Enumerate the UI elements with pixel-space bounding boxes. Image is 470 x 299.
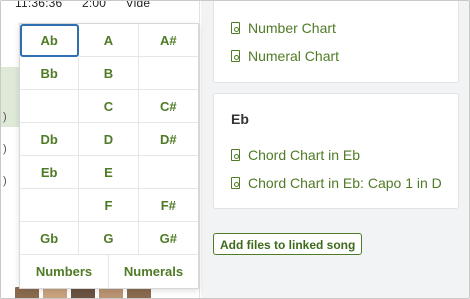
files-card: Number Chart Numeral Chart bbox=[213, 1, 459, 83]
key-empty-cell bbox=[20, 90, 80, 123]
document-icon bbox=[231, 22, 240, 34]
key-option[interactable]: E bbox=[79, 156, 139, 189]
key-option[interactable]: C bbox=[79, 90, 139, 123]
document-icon bbox=[231, 149, 240, 161]
key-option[interactable]: A# bbox=[138, 24, 198, 57]
app-window: 11:36:36 2:00 Vide ) ) ) Number Chart Nu… bbox=[0, 0, 470, 299]
file-link-label: Chord Chart in Eb bbox=[248, 147, 361, 163]
background-time-row: 11:36:36 2:00 Vide bbox=[15, 0, 166, 10]
background-time: 11:36:36 bbox=[15, 0, 63, 10]
key-option[interactable]: B bbox=[79, 57, 139, 90]
key-option[interactable]: Bb bbox=[20, 57, 80, 90]
add-files-button[interactable]: Add files to linked song bbox=[213, 233, 363, 255]
key-option[interactable]: F bbox=[79, 189, 139, 222]
key-option[interactable]: C# bbox=[138, 90, 198, 123]
numbers-button[interactable]: Numbers bbox=[20, 255, 109, 288]
file-link-chord-chart-eb-capo[interactable]: Chord Chart in Eb: Capo 1 in D bbox=[231, 175, 442, 191]
key-empty-cell bbox=[138, 57, 198, 90]
key-option[interactable]: Gb bbox=[20, 222, 80, 255]
notation-mode-row: Numbers Numerals bbox=[20, 255, 198, 288]
file-link-label: Numeral Chart bbox=[248, 48, 340, 64]
key-option[interactable]: F# bbox=[138, 189, 198, 222]
key-option[interactable]: Ab bbox=[20, 24, 80, 57]
document-icon bbox=[231, 50, 240, 62]
key-option[interactable]: G bbox=[79, 222, 139, 255]
key-grid: Ab A A# Bb B C C# Db D D# Eb E F F# Gb G G# bbox=[20, 24, 198, 255]
file-link-chord-chart-eb[interactable]: Chord Chart in Eb bbox=[231, 147, 360, 163]
files-card-eb: Eb Chord Chart in Eb Chord Chart in Eb: … bbox=[213, 93, 459, 209]
key-option[interactable]: G# bbox=[138, 222, 198, 255]
divider bbox=[199, 1, 200, 298]
file-link-numeral-chart[interactable]: Numeral Chart bbox=[231, 48, 339, 64]
key-option[interactable]: Eb bbox=[20, 156, 80, 189]
background-mark: ) bbox=[3, 111, 7, 123]
key-empty-cell bbox=[20, 189, 80, 222]
file-link-label: Chord Chart in Eb: Capo 1 in D bbox=[248, 175, 442, 191]
background-mark: ) bbox=[3, 143, 7, 155]
key-heading: Eb bbox=[231, 111, 249, 127]
key-option[interactable]: D# bbox=[138, 123, 198, 156]
file-link-label: Number Chart bbox=[248, 20, 336, 36]
background-length: 2:00 bbox=[81, 0, 107, 10]
key-option[interactable]: A bbox=[79, 24, 139, 57]
background-mark: ) bbox=[3, 175, 7, 187]
key-option[interactable]: D bbox=[79, 123, 139, 156]
document-icon bbox=[231, 177, 240, 189]
key-option[interactable]: Db bbox=[20, 123, 80, 156]
file-link-number-chart[interactable]: Number Chart bbox=[231, 20, 336, 36]
key-empty-cell bbox=[138, 156, 198, 189]
background-media-label: Vide bbox=[125, 0, 151, 10]
numerals-button[interactable]: Numerals bbox=[109, 255, 198, 288]
key-dropdown: Ab A A# Bb B C C# Db D D# Eb E F F# Gb G G# Numbers Nume… bbox=[19, 23, 199, 289]
